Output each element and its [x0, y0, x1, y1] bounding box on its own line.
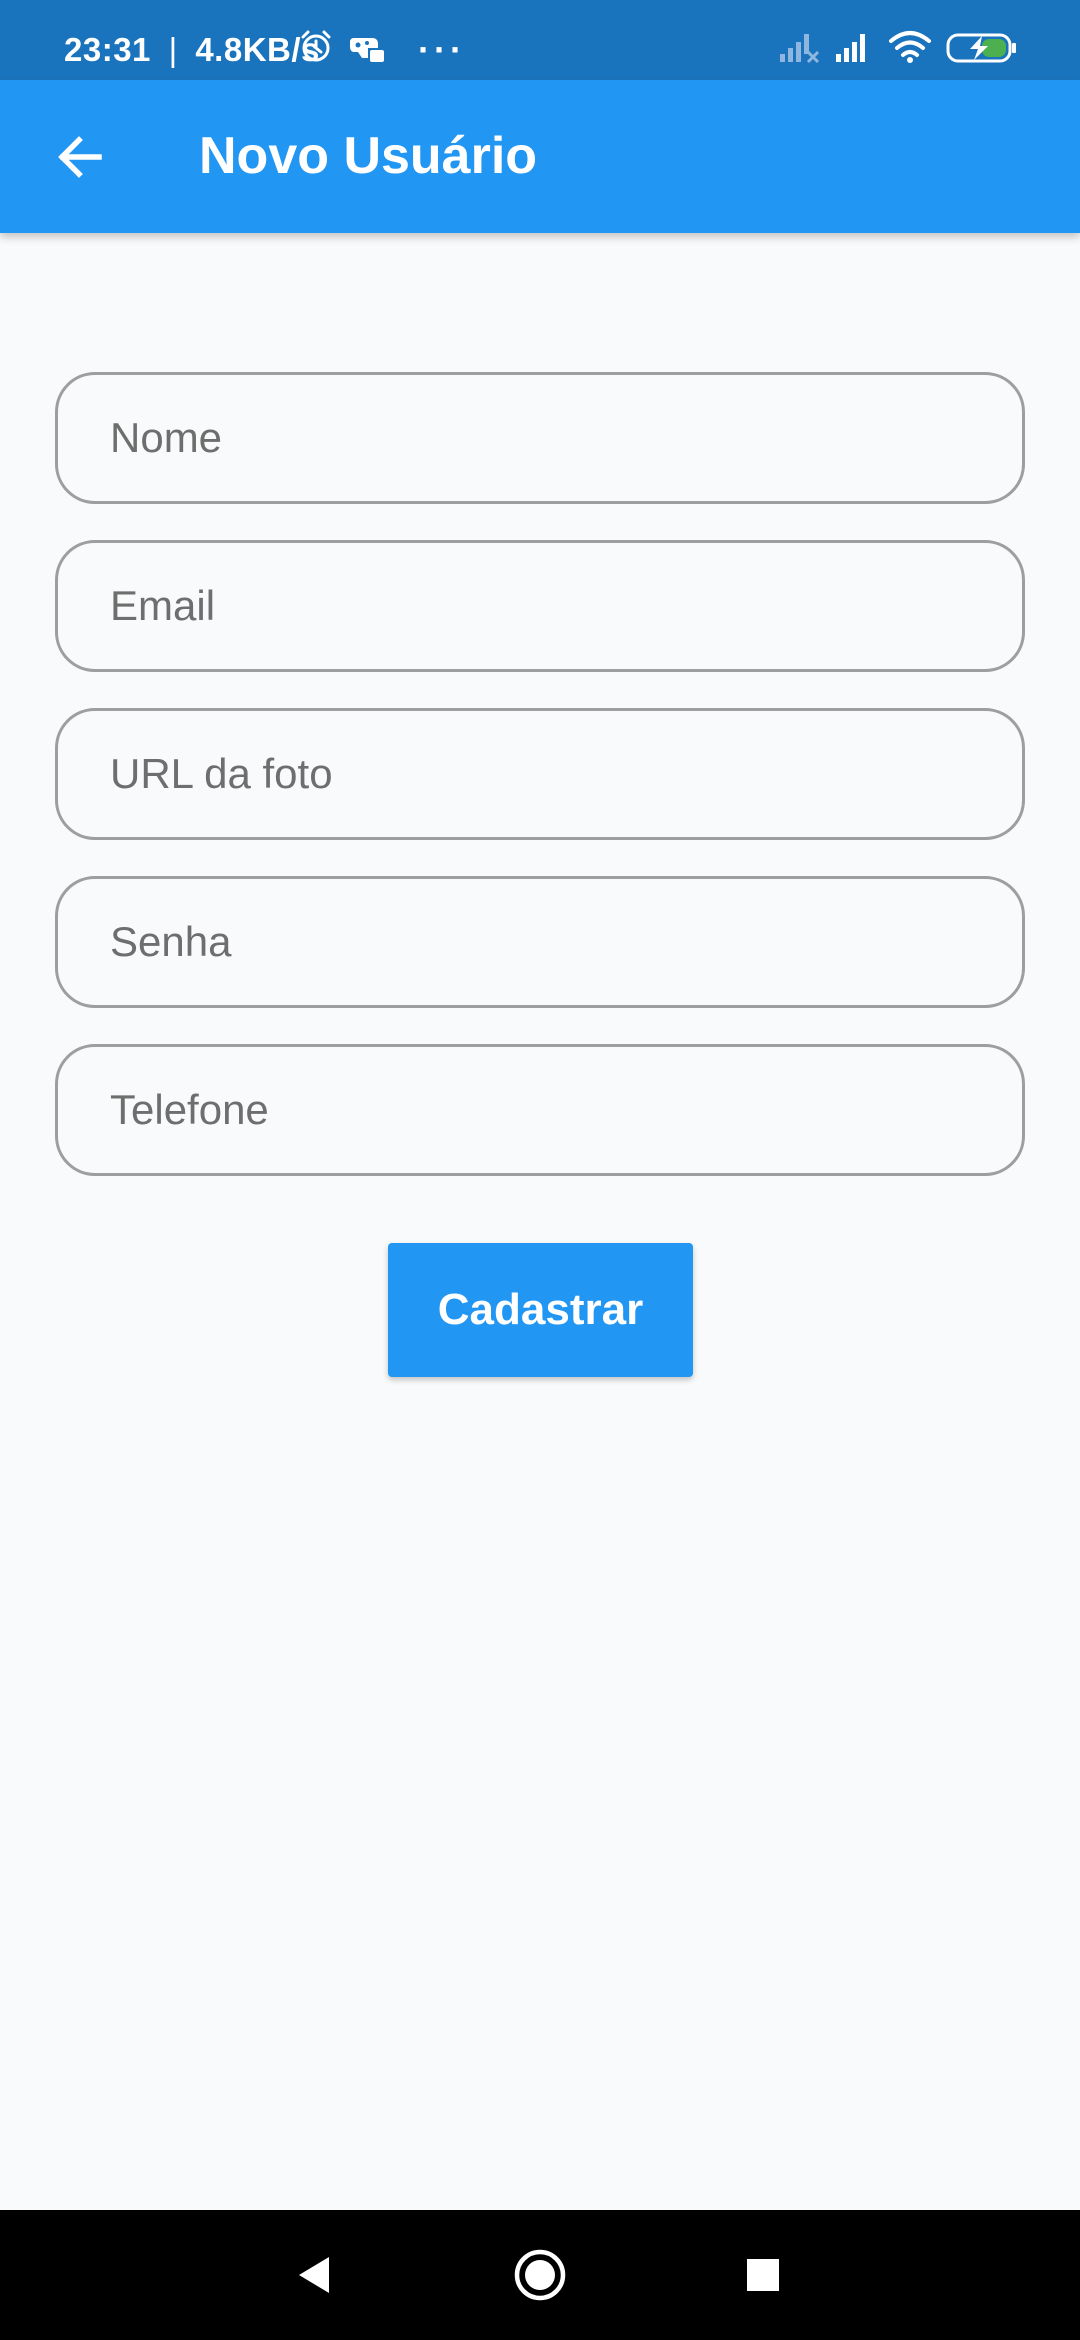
name-field [55, 372, 1025, 504]
home-circle-icon [514, 2249, 566, 2301]
alarm-icon [298, 28, 334, 69]
more-dots-icon: ··· [418, 29, 466, 70]
new-user-form [55, 372, 1025, 1212]
nav-recents-button[interactable] [733, 2245, 793, 2305]
photo-url-field [55, 708, 1025, 840]
signal-icon [834, 30, 874, 69]
page-title: Novo Usuário [199, 127, 538, 185]
battery-charging-icon [946, 32, 1018, 69]
nav-home-button[interactable] [510, 2245, 570, 2305]
phone-input[interactable] [58, 1047, 1022, 1173]
back-button[interactable] [40, 117, 120, 197]
wifi-icon [888, 30, 932, 69]
nav-back-button[interactable] [283, 2245, 343, 2305]
recents-square-icon [747, 2259, 779, 2291]
password-input[interactable] [58, 879, 1022, 1005]
status-bar: 23:31 | 4.8KB/s ··· [0, 0, 1080, 80]
email-input[interactable] [58, 543, 1022, 669]
email-field [55, 540, 1025, 672]
signal-no-sim-icon [778, 30, 820, 69]
photo-url-input[interactable] [58, 711, 1022, 837]
register-button[interactable]: Cadastrar [388, 1243, 693, 1377]
arrow-back-icon [58, 136, 102, 178]
phone-field [55, 1044, 1025, 1176]
app-bar: Novo Usuário [0, 80, 1080, 233]
game-icon [348, 32, 386, 69]
system-nav-bar [0, 2210, 1080, 2340]
status-info: 23:31 | 4.8KB/s [64, 0, 320, 80]
back-triangle-icon [299, 2257, 329, 2293]
name-input[interactable] [58, 375, 1022, 501]
password-field [55, 876, 1025, 1008]
